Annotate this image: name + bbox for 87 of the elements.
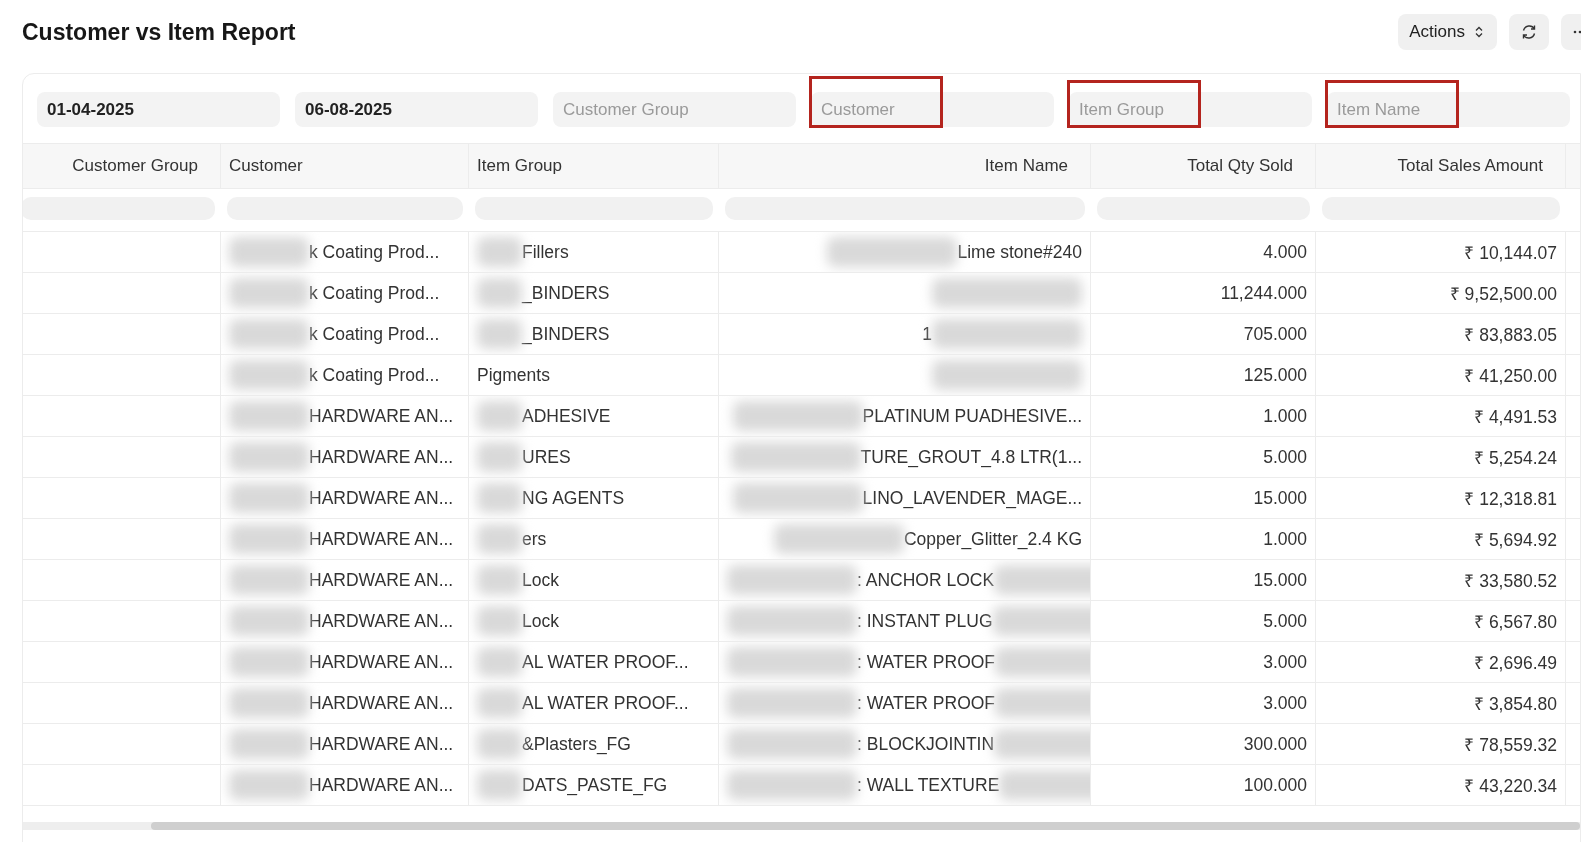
- table-cell: 125.000: [1243, 364, 1307, 386]
- column-header[interactable]: Item Name: [984, 156, 1068, 176]
- table-cell: 1.000: [1263, 405, 1307, 427]
- table-cell: 3.000: [1263, 651, 1307, 673]
- table-cell: Lime stone#240: [957, 241, 1082, 263]
- table-cell: ers: [522, 528, 547, 550]
- table-cell-text: ₹ 78,559.32: [1464, 734, 1557, 756]
- table-cell: Copper_Glitter_2.4 KG: [904, 528, 1082, 550]
- table-cell-text: ₹ 9,52,500.00: [1449, 283, 1557, 305]
- table-cell: DATS_PASTE_FG: [522, 774, 668, 796]
- sort-caret-icon: [1475, 26, 1483, 38]
- table-cell: ADHESIVE: [522, 405, 611, 427]
- table-cell: HARDWARE AN...: [309, 774, 454, 796]
- table-cell: k Coating Prod...: [309, 323, 440, 345]
- table-cell: : BLOCKJOINTIN: [857, 733, 995, 755]
- table-cell: HARDWARE AN...: [309, 651, 454, 673]
- actions-button[interactable]: Actions: [1398, 14, 1497, 50]
- table-cell: Pigments: [477, 364, 550, 386]
- table-cell: 5.000: [1263, 446, 1307, 468]
- table-cell: Fillers: [522, 241, 569, 263]
- table-cell: HARDWARE AN...: [309, 692, 454, 714]
- table-cell: AL WATER PROOF...: [522, 651, 689, 673]
- table-cell-text: ₹ 5,694.92: [1474, 529, 1557, 551]
- table-cell: URES: [522, 446, 571, 468]
- horizontal-scrollbar[interactable]: [23, 822, 1580, 830]
- table-cell: : WALL TEXTURE: [857, 774, 1000, 796]
- table-cell: 11,244.000: [1220, 282, 1307, 304]
- table-cell: HARDWARE AN...: [309, 405, 454, 427]
- filter-field[interactable]: 06-08-2025: [295, 92, 538, 127]
- table-cell: : ANCHOR LOCK: [857, 569, 995, 591]
- column-header[interactable]: Item Group: [477, 156, 563, 176]
- table-cell-text: ₹ 83,883.05: [1464, 324, 1557, 346]
- column-header[interactable]: Customer: [229, 156, 303, 176]
- table-cell: 5.000: [1263, 610, 1307, 632]
- table-cell: HARDWARE AN...: [309, 569, 454, 591]
- table-cell: &Plasters_FG: [522, 733, 631, 755]
- refresh-icon: [1520, 23, 1538, 41]
- more-icon: [1573, 30, 1581, 34]
- table-cell: 15.000: [1253, 569, 1307, 591]
- filter-field[interactable]: 01-04-2025: [37, 92, 280, 127]
- table-cell: : WATER PROOF: [857, 651, 996, 673]
- table-cell: k Coating Prod...: [309, 241, 440, 263]
- table-cell: 100.000: [1243, 774, 1307, 796]
- table-cell: k Coating Prod...: [309, 364, 440, 386]
- filter-field[interactable]: Item Name: [1327, 92, 1570, 127]
- table-cell: : INSTANT PLUG: [857, 610, 993, 632]
- table-cell: k Coating Prod...: [309, 282, 440, 304]
- table-cell-text: ₹ 12,318.81: [1464, 488, 1557, 510]
- table-cell: Lock: [522, 569, 559, 591]
- table-cell-text: ₹ 6,567.80: [1474, 611, 1557, 633]
- filter-field[interactable]: Customer Group: [553, 92, 796, 127]
- filter-field[interactable]: Item Group: [1069, 92, 1312, 127]
- table-cell: HARDWARE AN...: [309, 733, 454, 755]
- table-cell: 4.000: [1263, 241, 1307, 263]
- table-cell-text: ₹ 43,220.34: [1464, 775, 1557, 797]
- table-cell: Lock: [522, 610, 559, 632]
- refresh-button[interactable]: [1509, 14, 1549, 50]
- table-cell-text: ₹ 10,144.07: [1464, 242, 1557, 264]
- table-cell: NG AGENTS: [522, 487, 625, 509]
- table-cell: _BINDERS: [522, 323, 610, 345]
- table-cell: PLATINUM PUADHESIVE...: [862, 405, 1082, 427]
- table-cell: AL WATER PROOF...: [522, 692, 689, 714]
- table-cell-text: ₹ 33,580.52: [1464, 570, 1557, 592]
- table-cell-text: ₹ 5,254.24: [1474, 447, 1557, 469]
- table-cell-text: ₹ 41,250.00: [1464, 365, 1557, 387]
- table-cell-text: ₹ 4,491.53: [1474, 406, 1557, 428]
- table-cell: HARDWARE AN...: [309, 528, 454, 550]
- table-cell-text: ₹ 3,854.80: [1474, 693, 1557, 715]
- table-cell: HARDWARE AN...: [309, 487, 454, 509]
- column-header[interactable]: Total Qty Sold: [1187, 156, 1293, 176]
- table-cell: 1: [922, 323, 932, 345]
- table-cell-text: ₹ 2,696.49: [1474, 652, 1557, 674]
- column-header[interactable]: Customer Group: [72, 156, 198, 176]
- table-cell: 15.000: [1253, 487, 1307, 509]
- table-cell: 1.000: [1263, 528, 1307, 550]
- table-cell: LINO_LAVENDER_MAGE...: [862, 487, 1082, 509]
- table-cell: : WATER PROOF: [857, 692, 996, 714]
- table-cell: HARDWARE AN...: [309, 446, 454, 468]
- table-cell: HARDWARE AN...: [309, 610, 454, 632]
- table-cell: _BINDERS: [522, 282, 610, 304]
- table-cell: TURE_GROUT_4.8 LTR(1...: [860, 446, 1082, 468]
- page-title: Customer vs Item Report: [22, 18, 296, 46]
- table-cell: 705.000: [1243, 323, 1307, 345]
- table-cell: 3.000: [1263, 692, 1307, 714]
- table-cell: 300.000: [1243, 733, 1307, 755]
- filter-field[interactable]: Customer: [811, 92, 1054, 127]
- column-header[interactable]: Total Sales Amount: [1397, 156, 1543, 176]
